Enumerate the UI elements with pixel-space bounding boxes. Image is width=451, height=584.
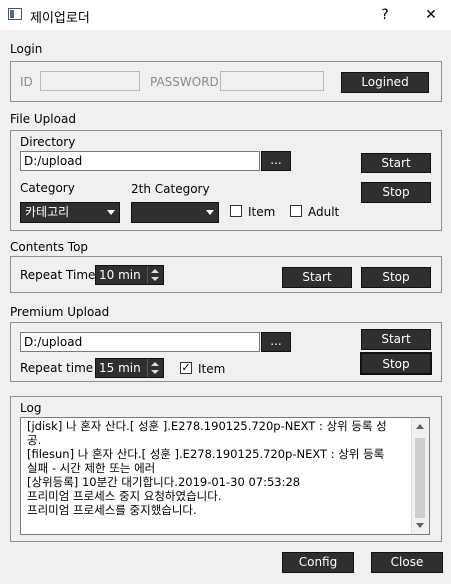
item-checkbox-label: Item — [248, 205, 276, 219]
premium-directory-input[interactable]: D:/upload — [20, 332, 260, 352]
contents-top-section-label: Contents Top — [10, 240, 89, 254]
scroll-up-icon[interactable] — [416, 424, 424, 429]
contents-start-button[interactable]: Start — [282, 267, 352, 288]
log-line: [filesun] 나 혼자 산다.[ 성훈 ].E278.190125.720… — [27, 447, 385, 461]
close-button[interactable]: Close — [371, 552, 443, 573]
id-input[interactable] — [40, 71, 140, 91]
contents-top-group: Repeat Time 10 min Start Stop — [10, 256, 442, 293]
premium-upload-group: D:/upload ... Start Repeat time 15 min ✓… — [10, 322, 442, 382]
item-checkbox[interactable] — [230, 205, 242, 217]
spin-up-icon — [151, 362, 159, 366]
premium-repeat-spinbox[interactable]: 15 min — [95, 358, 164, 378]
premium-browse-button[interactable]: ... — [261, 332, 291, 352]
chevron-down-icon — [206, 210, 214, 215]
log-section-label: Log — [20, 401, 42, 415]
contents-stop-button[interactable]: Stop — [361, 267, 431, 288]
spin-buttons[interactable] — [147, 266, 163, 284]
log-line: 프리미엄 프로세스 중지 요청하였습니다. — [27, 489, 222, 503]
category-select[interactable]: 카테고리 — [20, 202, 120, 223]
category-select-value: 카테고리 — [25, 205, 70, 219]
contents-repeat-spinbox[interactable]: 10 min — [95, 265, 164, 285]
config-button[interactable]: Config — [282, 552, 354, 573]
app-icon — [8, 8, 22, 20]
help-button[interactable]: ? — [370, 4, 400, 26]
scroll-thumb[interactable] — [415, 438, 425, 518]
premium-repeat-label: Repeat time — [20, 361, 94, 375]
title-bar: 제이업로더 ? ✕ — [0, 0, 451, 30]
file-upload-stop-button[interactable]: Stop — [361, 182, 431, 203]
login-section-label: Login — [10, 42, 43, 56]
password-input[interactable] — [220, 71, 324, 91]
spin-down-icon — [151, 277, 159, 281]
login-group: ID PASSWORD Logined — [10, 61, 442, 102]
contents-repeat-value: 10 min — [99, 268, 141, 282]
window-title: 제이업로더 — [30, 11, 90, 26]
chevron-down-icon — [107, 210, 115, 215]
adult-checkbox-label: Adult — [308, 205, 340, 219]
premium-start-button[interactable]: Start — [361, 329, 431, 350]
browse-directory-button[interactable]: ... — [261, 151, 291, 171]
premium-item-checkbox[interactable]: ✓ — [180, 362, 192, 374]
premium-item-label: Item — [198, 362, 226, 376]
close-window-button[interactable]: ✕ — [416, 4, 446, 26]
scroll-down-icon[interactable] — [416, 523, 424, 528]
log-scrollbar[interactable] — [411, 418, 429, 534]
file-upload-section-label: File Upload — [10, 112, 76, 126]
log-line: 실패 - 시간 제한 또는 에러 — [27, 461, 156, 475]
premium-repeat-value: 15 min — [99, 361, 141, 375]
log-line: 공. — [27, 433, 42, 447]
log-line: [상위등록] 10분간 대기합니다.2019-01-30 07:53:28 — [27, 475, 301, 489]
category2-label: 2th Category — [131, 182, 210, 196]
checkmark-icon: ✓ — [181, 361, 191, 374]
premium-stop-button[interactable]: Stop — [360, 352, 432, 375]
log-group: Log [jdisk] 나 혼자 산다.[ 성훈 ].E278.190125.7… — [10, 396, 442, 542]
id-label: ID — [20, 75, 33, 89]
premium-upload-section-label: Premium Upload — [10, 305, 110, 319]
contents-repeat-label: Repeat Time — [20, 268, 96, 282]
log-text-area[interactable]: [jdisk] 나 혼자 산다.[ 성훈 ].E278.190125.720p-… — [20, 417, 430, 535]
log-lines: [jdisk] 나 혼자 산다.[ 성훈 ].E278.190125.720p-… — [21, 418, 429, 517]
spin-buttons[interactable] — [147, 359, 163, 377]
directory-label: Directory — [20, 135, 76, 149]
log-line: [jdisk] 나 혼자 산다.[ 성훈 ].E278.190125.720p-… — [27, 419, 387, 433]
logined-button[interactable]: Logined — [341, 72, 429, 93]
category2-select[interactable] — [131, 202, 219, 223]
directory-input[interactable]: D:/upload — [20, 151, 260, 171]
password-label: PASSWORD — [150, 75, 219, 89]
adult-checkbox[interactable] — [290, 205, 302, 217]
spin-up-icon — [151, 269, 159, 273]
log-line: 프리미엄 프로세스를 중지했습니다. — [27, 503, 197, 517]
spin-down-icon — [151, 370, 159, 374]
file-upload-start-button[interactable]: Start — [361, 153, 431, 173]
file-upload-group: Directory D:/upload ... Start Category 2… — [10, 130, 442, 231]
category-label: Category — [20, 181, 75, 195]
